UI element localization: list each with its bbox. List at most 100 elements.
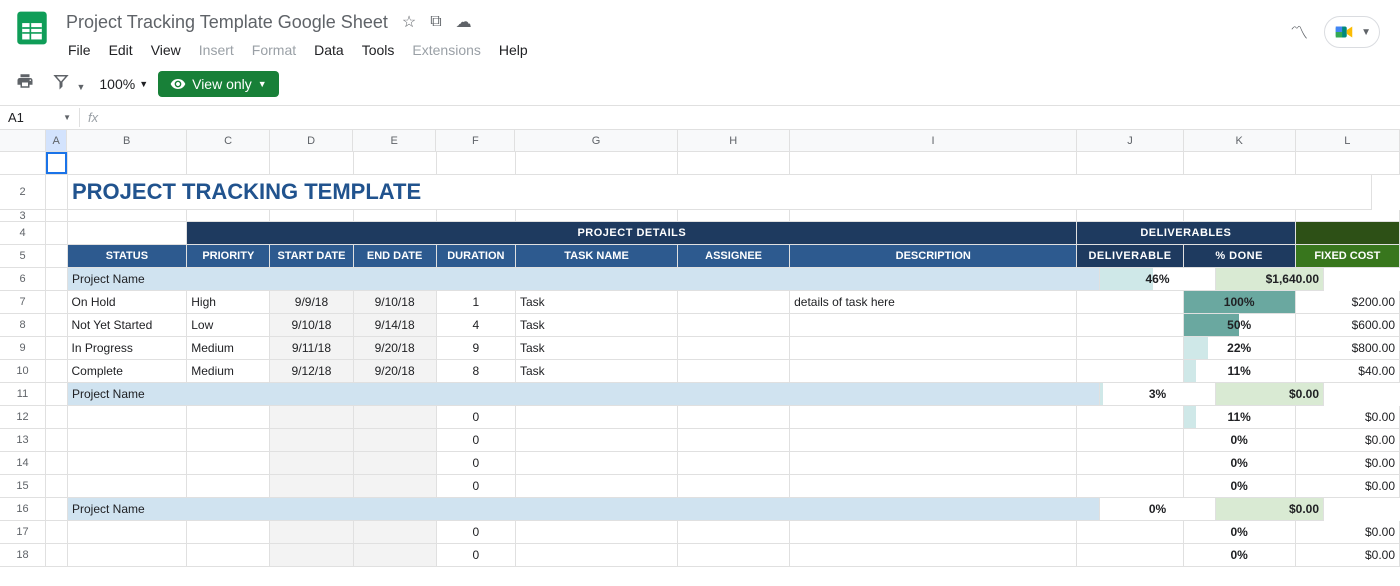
pct-cell[interactable]: 11% xyxy=(1184,406,1296,429)
desc-cell[interactable] xyxy=(790,544,1077,567)
end-cell[interactable] xyxy=(354,406,437,429)
cell[interactable] xyxy=(46,452,68,475)
duration-cell[interactable]: 0 xyxy=(437,429,516,452)
cell[interactable] xyxy=(46,314,68,337)
deliverable-cell[interactable] xyxy=(1077,314,1183,337)
row-header[interactable]: 13 xyxy=(0,429,46,452)
duration-cell[interactable]: 0 xyxy=(437,475,516,498)
filter-icon[interactable]: ▼ xyxy=(48,68,89,99)
document-title[interactable]: Project Tracking Template Google Sheet xyxy=(60,10,394,35)
end-cell[interactable]: 9/20/18 xyxy=(354,360,437,383)
row-header[interactable]: 18 xyxy=(0,544,46,567)
priority-cell[interactable] xyxy=(187,475,270,498)
desc-cell[interactable] xyxy=(790,406,1077,429)
pct-cell[interactable]: 0% xyxy=(1184,429,1296,452)
cell[interactable] xyxy=(46,406,68,429)
cell[interactable] xyxy=(46,291,68,314)
assignee-cell[interactable] xyxy=(678,337,790,360)
hdr-assignee[interactable]: ASSIGNEE xyxy=(678,245,790,268)
desc-cell[interactable] xyxy=(790,452,1077,475)
cell-A1[interactable] xyxy=(46,152,68,175)
duration-cell[interactable]: 4 xyxy=(437,314,516,337)
pct-cell[interactable]: 11% xyxy=(1184,360,1296,383)
priority-cell[interactable] xyxy=(187,429,270,452)
status-cell[interactable]: Not Yet Started xyxy=(68,314,188,337)
row-header[interactable]: 4 xyxy=(0,222,46,245)
pct-cell[interactable]: 50% xyxy=(1184,314,1296,337)
hdr-deliverable[interactable]: DELIVERABLE xyxy=(1077,245,1183,268)
cost-cell[interactable]: $800.00 xyxy=(1296,337,1400,360)
cell[interactable] xyxy=(678,152,790,175)
hdr-pct[interactable]: % DONE xyxy=(1184,245,1296,268)
cost-cell[interactable]: $0.00 xyxy=(1216,383,1324,406)
duration-cell[interactable]: 8 xyxy=(437,360,516,383)
select-all-corner[interactable] xyxy=(0,130,46,152)
assignee-cell[interactable] xyxy=(678,406,790,429)
cell[interactable] xyxy=(46,429,68,452)
section-name[interactable]: Project Name xyxy=(68,383,1100,406)
pct-cell[interactable]: 22% xyxy=(1184,337,1296,360)
cell[interactable] xyxy=(46,360,68,383)
task-cell[interactable] xyxy=(516,544,678,567)
cell[interactable] xyxy=(516,210,678,222)
col-header-F[interactable]: F xyxy=(436,130,515,151)
col-header-G[interactable]: G xyxy=(515,130,677,151)
status-cell[interactable] xyxy=(68,475,188,498)
cell[interactable] xyxy=(46,521,68,544)
menu-format[interactable]: Format xyxy=(244,38,304,62)
cell[interactable] xyxy=(187,152,270,175)
cell[interactable] xyxy=(46,475,68,498)
cell[interactable] xyxy=(68,152,188,175)
desc-cell[interactable] xyxy=(790,314,1077,337)
start-cell[interactable] xyxy=(270,521,353,544)
assignee-cell[interactable] xyxy=(678,360,790,383)
col-header-L[interactable]: L xyxy=(1296,130,1400,151)
row-header[interactable]: 14 xyxy=(0,452,46,475)
duration-cell[interactable]: 0 xyxy=(437,452,516,475)
menu-view[interactable]: View xyxy=(143,38,189,62)
end-cell[interactable] xyxy=(354,429,437,452)
deliverable-cell[interactable] xyxy=(1077,406,1183,429)
pct-cell[interactable]: 0% xyxy=(1100,498,1216,521)
hdr-start[interactable]: START DATE xyxy=(270,245,353,268)
cell[interactable] xyxy=(270,152,353,175)
desc-cell[interactable] xyxy=(790,360,1077,383)
start-cell[interactable]: 9/9/18 xyxy=(270,291,353,314)
task-cell[interactable]: Task xyxy=(516,337,678,360)
start-cell[interactable] xyxy=(270,406,353,429)
cell[interactable] xyxy=(270,210,353,222)
deliverable-cell[interactable] xyxy=(1077,291,1183,314)
hdr-task[interactable]: TASK NAME xyxy=(516,245,678,268)
pct-cell[interactable]: 0% xyxy=(1184,452,1296,475)
section-name[interactable]: Project Name xyxy=(68,268,1100,291)
cell[interactable] xyxy=(678,210,790,222)
menu-file[interactable]: File xyxy=(60,38,99,62)
row-header[interactable]: 7 xyxy=(0,291,46,314)
end-cell[interactable]: 9/10/18 xyxy=(354,291,437,314)
cost-cell[interactable]: $1,640.00 xyxy=(1216,268,1324,291)
cell[interactable] xyxy=(437,210,516,222)
task-cell[interactable] xyxy=(516,521,678,544)
cell[interactable] xyxy=(1184,152,1296,175)
activity-icon[interactable]: 〽 xyxy=(1290,19,1308,45)
assignee-cell[interactable] xyxy=(678,544,790,567)
deliverable-cell[interactable] xyxy=(1077,452,1183,475)
row-header[interactable]: 15 xyxy=(0,475,46,498)
start-cell[interactable] xyxy=(270,475,353,498)
task-cell[interactable] xyxy=(516,475,678,498)
section-name[interactable]: Project Name xyxy=(68,498,1100,521)
hdr-cost[interactable]: FIXED COST xyxy=(1296,245,1400,268)
start-cell[interactable]: 9/11/18 xyxy=(270,337,353,360)
cell[interactable] xyxy=(354,210,437,222)
cell[interactable] xyxy=(46,498,68,521)
col-header-E[interactable]: E xyxy=(353,130,436,151)
cell[interactable] xyxy=(354,152,437,175)
template-title[interactable]: PROJECT TRACKING TEMPLATE xyxy=(68,175,1372,210)
cell[interactable] xyxy=(46,383,68,406)
task-cell[interactable] xyxy=(516,452,678,475)
cloud-icon[interactable]: ☁ xyxy=(456,12,472,32)
row-header[interactable]: 17 xyxy=(0,521,46,544)
deliverable-cell[interactable] xyxy=(1077,429,1183,452)
cost-cell[interactable]: $600.00 xyxy=(1296,314,1400,337)
pct-cell[interactable]: 0% xyxy=(1184,544,1296,567)
